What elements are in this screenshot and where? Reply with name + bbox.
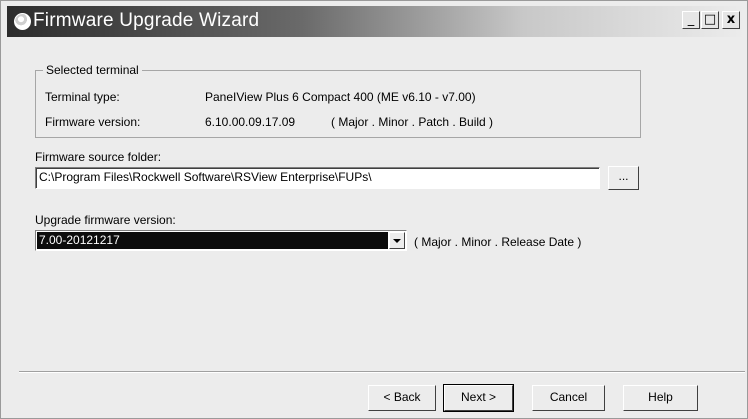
maximize-button[interactable]: □ <box>701 11 719 29</box>
browse-button[interactable]: ... <box>608 166 639 190</box>
firmware-version-label: Firmware version: <box>45 115 141 129</box>
firmware-version-value: 6.10.00.09.17.09 <box>205 115 296 129</box>
button-separator <box>19 371 745 373</box>
firmware-source-folder-label: Firmware source folder: <box>35 150 162 164</box>
upgrade-firmware-version-label: Upgrade firmware version: <box>35 213 176 227</box>
selected-terminal-legend: Selected terminal <box>43 63 142 77</box>
upgrade-firmware-version-select[interactable]: 7.00-20121217 <box>35 230 407 251</box>
close-button[interactable]: x <box>722 11 740 29</box>
chevron-down-icon[interactable] <box>389 232 405 249</box>
firmware-source-folder-input[interactable]: C:\Program Files\Rockwell Software\RSVie… <box>35 167 600 189</box>
terminal-type-value: PaneIView Plus 6 Compact 400 (ME v6.10 -… <box>205 90 476 104</box>
back-button[interactable]: < Back <box>368 385 436 411</box>
cancel-button[interactable]: Cancel <box>532 385 605 411</box>
help-button[interactable]: Help <box>623 385 698 411</box>
firmware-upgrade-wizard-window: Firmware Upgrade Wizard _ □ x Selected t… <box>0 0 748 419</box>
window-title: Firmware Upgrade Wizard <box>33 10 260 31</box>
title-bar[interactable]: Firmware Upgrade Wizard _ □ x <box>7 6 745 37</box>
globe-icon <box>14 13 31 30</box>
firmware-version-format: ( Major . Minor . Patch . Build ) <box>331 115 494 129</box>
terminal-type-label: Terminal type: <box>45 90 120 104</box>
next-button[interactable]: Next > <box>443 384 514 412</box>
upgrade-firmware-version-format: ( Major . Minor . Release Date ) <box>414 235 582 249</box>
upgrade-firmware-version-value: 7.00-20121217 <box>37 232 388 249</box>
minimize-button[interactable]: _ <box>682 11 700 29</box>
